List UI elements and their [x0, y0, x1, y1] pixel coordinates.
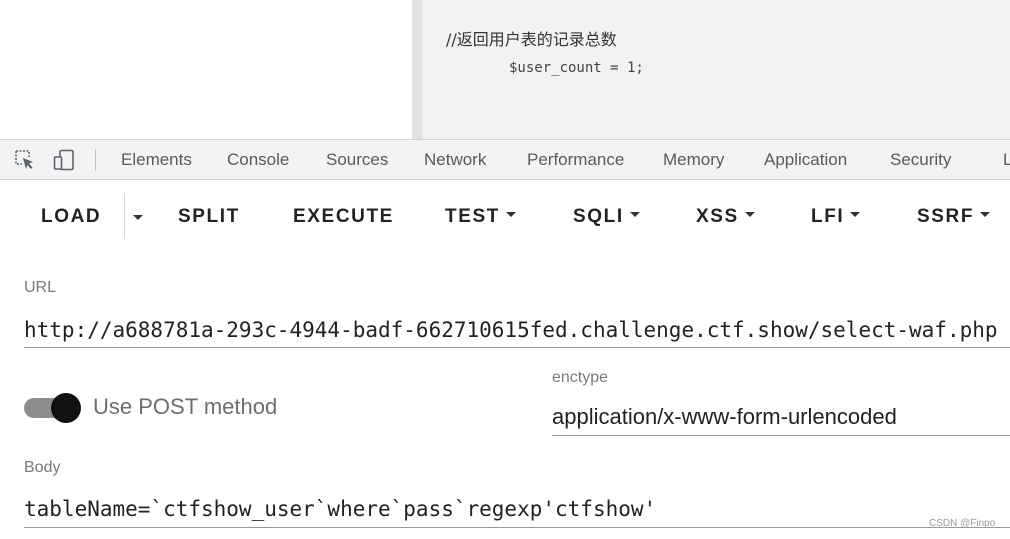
body-label: Body: [24, 459, 61, 476]
post-method-label: Use POST method: [93, 394, 278, 419]
page-left-area: [0, 0, 412, 139]
tab-overflow[interactable]: L: [1003, 140, 1010, 179]
watermark: CSDN @Finpo: [929, 518, 996, 529]
tab-network[interactable]: Network: [424, 140, 486, 179]
xss-menu-label: XSS: [696, 206, 739, 227]
chevron-down-icon: [850, 212, 861, 218]
code-panel: //返回用户表的记录总数 $user_count = 1;: [422, 0, 1010, 139]
post-method-toggle[interactable]: [24, 393, 82, 423]
chevron-down-icon: [629, 212, 640, 218]
code-line: $user_count = 1;: [509, 60, 644, 76]
split-button[interactable]: SPLIT: [178, 195, 240, 239]
toolbar-separator: [95, 149, 96, 171]
xss-menu-button[interactable]: XSS: [696, 195, 755, 239]
body-input[interactable]: [24, 490, 1010, 528]
load-split-divider: [124, 193, 125, 239]
lfi-menu-button[interactable]: LFI: [811, 195, 861, 239]
page-divider: [412, 0, 422, 139]
chevron-down-icon: [133, 215, 143, 220]
load-dropdown-button[interactable]: [130, 195, 148, 239]
execute-button[interactable]: EXECUTE: [293, 195, 394, 239]
device-toggle-icon[interactable]: [53, 149, 75, 171]
enctype-label: enctype: [552, 369, 609, 386]
tab-performance[interactable]: Performance: [527, 140, 624, 179]
toggle-knob: [51, 393, 81, 423]
chevron-down-icon: [505, 212, 516, 218]
sqli-menu-button[interactable]: SQLI: [573, 195, 640, 239]
hackbar-toolbar: LOAD SPLIT EXECUTE TEST SQLI XSS LFI SSR…: [0, 181, 1010, 251]
devtools-tab-bar: Elements Console Sources Network Perform…: [0, 139, 1010, 180]
tab-application[interactable]: Application: [764, 140, 847, 179]
tab-console[interactable]: Console: [227, 140, 289, 179]
code-comment: //返回用户表的记录总数: [446, 30, 617, 49]
sqli-menu-label: SQLI: [573, 206, 624, 227]
test-menu-button[interactable]: TEST: [445, 195, 516, 239]
ssrf-menu-button[interactable]: SSRF: [917, 195, 991, 239]
tab-security[interactable]: Security: [890, 140, 951, 179]
url-input[interactable]: [24, 312, 1010, 348]
url-label: URL: [24, 279, 57, 296]
tab-elements[interactable]: Elements: [121, 140, 192, 179]
ssrf-menu-label: SSRF: [917, 206, 975, 227]
tab-sources[interactable]: Sources: [326, 140, 388, 179]
enctype-field[interactable]: [552, 398, 1010, 436]
chevron-down-icon: [980, 212, 991, 218]
load-button[interactable]: LOAD: [41, 195, 101, 239]
test-menu-label: TEST: [445, 206, 500, 227]
tab-memory[interactable]: Memory: [663, 140, 724, 179]
inspect-element-icon[interactable]: [14, 149, 36, 171]
lfi-menu-label: LFI: [811, 206, 845, 227]
chevron-down-icon: [744, 212, 755, 218]
page-content: //返回用户表的记录总数 $user_count = 1;: [0, 0, 1010, 139]
